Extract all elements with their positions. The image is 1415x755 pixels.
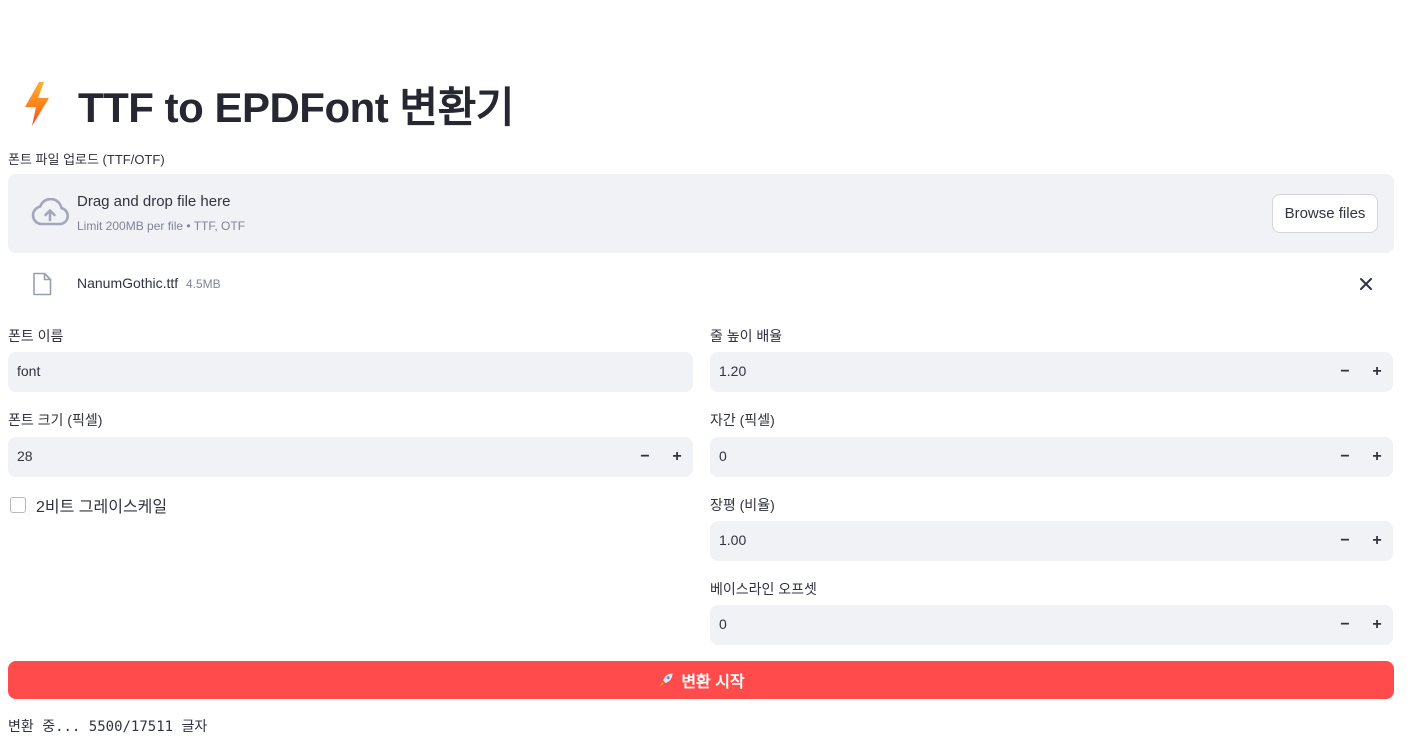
conversion-status: 변환 중... 5500/17511 글자 xyxy=(8,719,208,735)
letter-spacing-value: 0 xyxy=(719,448,727,464)
aspect-increment-button[interactable]: + xyxy=(1361,521,1393,561)
baseline-increment-button[interactable]: + xyxy=(1361,605,1393,645)
font-size-increment-button[interactable]: + xyxy=(661,437,693,477)
dropzone-title: Drag and drop file here xyxy=(77,193,231,210)
font-size-value: 28 xyxy=(17,448,33,464)
line-height-value: 1.20 xyxy=(719,363,747,379)
font-name-value: font xyxy=(17,363,41,379)
font-size-label: 폰트 크기 (픽셀) xyxy=(8,412,103,428)
convert-button[interactable]: 변환 시작 xyxy=(8,661,1394,699)
line-height-increment-button[interactable]: + xyxy=(1361,352,1393,392)
letter-spacing-decrement-button[interactable]: − xyxy=(1329,437,1361,477)
dropzone-limits: Limit 200MB per file • TTF, OTF xyxy=(77,219,246,233)
baseline-input[interactable]: 0 − + xyxy=(710,605,1393,645)
baseline-decrement-button[interactable]: − xyxy=(1329,605,1361,645)
browse-files-button[interactable]: Browse files xyxy=(1272,194,1378,233)
file-dropzone[interactable]: Drag and drop file here Limit 200MB per … xyxy=(8,174,1394,253)
aspect-label: 장평 (비율) xyxy=(710,497,775,513)
uploader-label: 폰트 파일 업로드 (TTF/OTF) xyxy=(8,152,165,167)
file-name: NanumGothic.ttf xyxy=(77,275,179,291)
page-title: TTF to EPDFont 변환기 xyxy=(78,83,514,131)
font-size-decrement-button[interactable]: − xyxy=(629,437,661,477)
close-icon[interactable] xyxy=(1356,274,1376,294)
font-size-input[interactable]: 28 − + xyxy=(8,437,693,477)
baseline-value: 0 xyxy=(719,616,727,632)
rocket-icon xyxy=(657,671,675,689)
aspect-value: 1.00 xyxy=(719,532,747,548)
baseline-label: 베이스라인 오프셋 xyxy=(710,581,817,597)
letter-spacing-increment-button[interactable]: + xyxy=(1361,437,1393,477)
convert-button-label: 변환 시작 xyxy=(681,674,745,691)
aspect-decrement-button[interactable]: − xyxy=(1329,521,1361,561)
letter-spacing-label: 자간 (픽셀) xyxy=(710,412,775,428)
aspect-input[interactable]: 1.00 − + xyxy=(710,521,1393,561)
letter-spacing-input[interactable]: 0 − + xyxy=(710,437,1393,477)
uploaded-file: NanumGothic.ttf 4.5MB xyxy=(8,262,1394,306)
font-name-input[interactable]: font xyxy=(8,352,693,392)
line-height-label: 줄 높이 배율 xyxy=(710,328,783,344)
grayscale-label: 2비트 그레이스케일 xyxy=(36,499,168,516)
file-icon xyxy=(32,272,52,296)
grayscale-checkbox[interactable] xyxy=(10,497,26,513)
font-name-label: 폰트 이름 xyxy=(8,328,64,344)
line-height-input[interactable]: 1.20 − + xyxy=(710,352,1393,392)
page-header: TTF to EPDFont 변환기 xyxy=(20,76,514,132)
lightning-icon xyxy=(20,79,54,129)
file-size: 4.5MB xyxy=(186,277,221,291)
cloud-upload-icon xyxy=(30,197,70,228)
grayscale-checkbox-row[interactable]: 2비트 그레이스케일 xyxy=(10,494,167,516)
line-height-decrement-button[interactable]: − xyxy=(1329,352,1361,392)
